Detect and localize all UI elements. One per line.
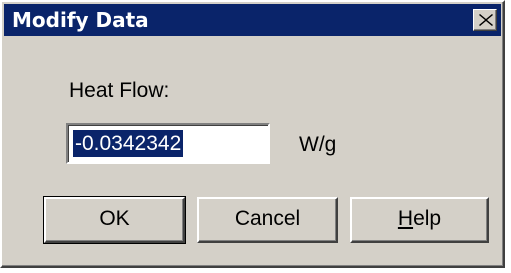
title-bar[interactable]: Modify Data [4,4,501,36]
help-mnemonic: H [397,207,414,230]
heat-flow-value[interactable]: -0.0342342 [73,130,184,157]
heat-flow-input[interactable]: -0.0342342 [66,123,270,164]
close-button[interactable] [473,9,497,31]
modify-data-dialog: Modify Data Heat Flow: -0.0342342 W/g OK… [0,0,505,268]
heat-flow-label: Heat Flow: [69,79,170,102]
close-icon [479,14,493,26]
ok-button[interactable]: OK [43,196,186,244]
cancel-button[interactable]: Cancel [197,197,338,243]
help-label-rest: elp [413,207,442,230]
unit-label: W/g [299,133,337,156]
dialog-title: Modify Data [12,8,149,32]
help-button[interactable]: Help [350,197,489,243]
